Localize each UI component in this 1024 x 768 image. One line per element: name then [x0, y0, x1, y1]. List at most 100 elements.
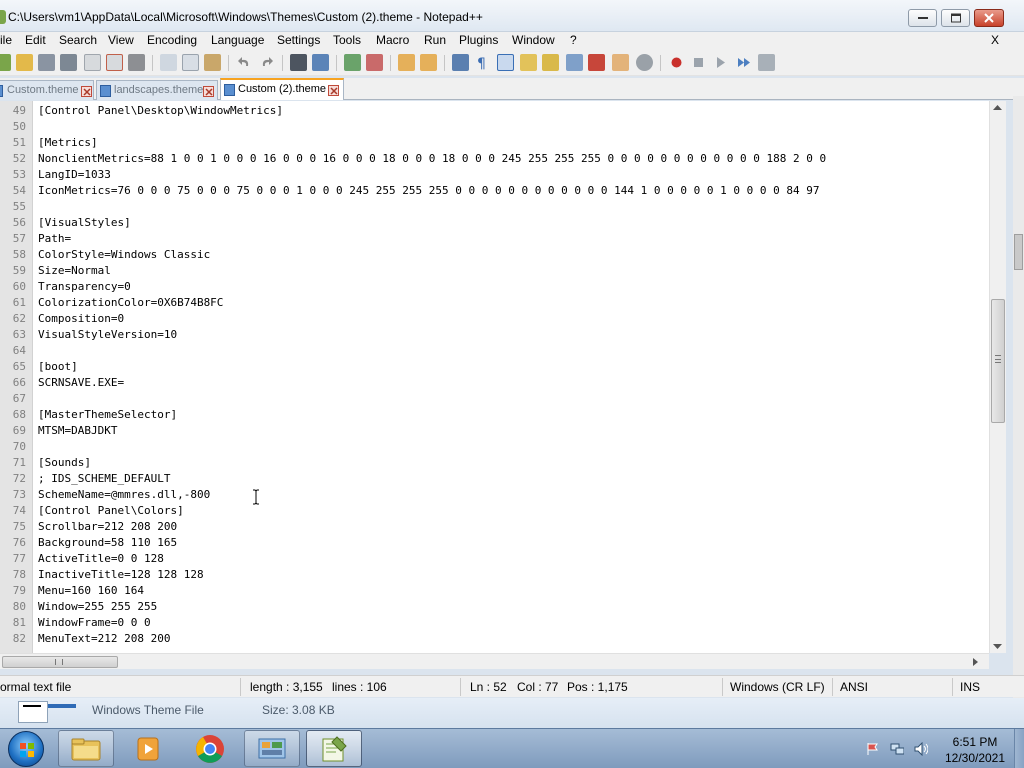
menu-encoding[interactable]: Encoding	[147, 33, 197, 47]
line-text[interactable]: [Control Panel\Colors]	[38, 503, 184, 519]
line-text[interactable]: MenuText=212 208 200	[38, 631, 170, 647]
horizontal-scrollbar[interactable]	[0, 653, 989, 669]
line-text[interactable]: Composition=0	[38, 311, 124, 327]
find-icon[interactable]	[290, 54, 307, 71]
menu-edit[interactable]: Edit	[25, 33, 46, 47]
close-button[interactable]	[974, 9, 1004, 27]
editor-line[interactable]: 82 MenuText=212 208 200	[0, 631, 989, 647]
menu-tools[interactable]: Tools	[333, 33, 361, 47]
redo-icon[interactable]	[258, 54, 275, 71]
copy-icon[interactable]	[182, 54, 199, 71]
editor-line[interactable]: 66 SCRNSAVE.EXE=	[0, 375, 989, 391]
stop-macro-icon[interactable]	[690, 54, 707, 71]
line-text[interactable]: NonclientMetrics=88 1 0 0 1 0 0 0 16 0 0…	[38, 151, 826, 167]
minimize-button[interactable]	[908, 9, 937, 27]
windows-start-orb-icon[interactable]	[8, 731, 44, 767]
editor-line[interactable]: 67	[0, 391, 989, 407]
line-text[interactable]: Window=255 255 255	[38, 599, 157, 615]
line-text[interactable]: WindowFrame=0 0 0	[38, 615, 151, 631]
line-text[interactable]: Menu=160 160 164	[38, 583, 144, 599]
line-text[interactable]: Background=58 110 165	[38, 535, 177, 551]
editor-line[interactable]: 68 [MasterThemeSelector]	[0, 407, 989, 423]
line-text[interactable]: [Sounds]	[38, 455, 91, 471]
new-file-icon[interactable]	[0, 54, 11, 71]
title-bar[interactable]: C:\Users\vm1\AppData\Local\Microsoft\Win…	[0, 0, 1024, 32]
editor-line[interactable]: 55	[0, 199, 989, 215]
cut-icon[interactable]	[160, 54, 177, 71]
monitoring-icon[interactable]	[636, 54, 653, 71]
tab-close-icon[interactable]	[328, 85, 339, 96]
line-text[interactable]: Path=	[38, 231, 71, 247]
explorer-scroll-thumb[interactable]	[1014, 234, 1023, 270]
editor-line[interactable]: 54 IconMetrics=76 0 0 0 75 0 0 0 75 0 0 0…	[0, 183, 989, 199]
line-text[interactable]: SchemeName=@mmres.dll,-800	[38, 487, 210, 503]
editor-line[interactable]: 75 Scrollbar=212 208 200	[0, 519, 989, 535]
record-macro-icon[interactable]	[668, 54, 685, 71]
show-desktop-button[interactable]	[1014, 729, 1024, 768]
sync-horizontal-icon[interactable]	[420, 54, 437, 71]
sync-vertical-icon[interactable]	[398, 54, 415, 71]
line-text[interactable]: VisualStyleVersion=10	[38, 327, 177, 343]
tab-close-icon[interactable]	[203, 86, 214, 97]
function-list-icon[interactable]	[566, 54, 583, 71]
run-macro-multiple-icon[interactable]	[736, 54, 753, 71]
line-text[interactable]: Transparency=0	[38, 279, 131, 295]
editor-line[interactable]: 64	[0, 343, 989, 359]
open-file-icon[interactable]	[16, 54, 33, 71]
editor-line[interactable]: 80 Window=255 255 255	[0, 599, 989, 615]
undo-icon[interactable]	[236, 54, 253, 71]
replace-icon[interactable]	[312, 54, 329, 71]
network-icon[interactable]	[890, 742, 904, 756]
scroll-down-icon[interactable]	[992, 643, 1003, 650]
line-text[interactable]: [boot]	[38, 359, 78, 375]
tab-custom-theme[interactable]: Custom.theme	[0, 80, 94, 100]
editor-line[interactable]: 61 ColorizationColor=0X6B74B8FC	[0, 295, 989, 311]
line-text[interactable]: [MasterThemeSelector]	[38, 407, 177, 423]
scroll-up-icon[interactable]	[992, 104, 1003, 111]
horizontal-scroll-thumb[interactable]	[2, 656, 118, 668]
action-center-flag-icon[interactable]	[866, 742, 880, 756]
close-document-button[interactable]: X	[991, 33, 999, 47]
doc-list-icon[interactable]	[612, 54, 629, 71]
editor-line[interactable]: 57 Path=	[0, 231, 989, 247]
editor-line[interactable]: 60 Transparency=0	[0, 279, 989, 295]
editor-line[interactable]: 50	[0, 119, 989, 135]
zoom-in-icon[interactable]	[344, 54, 361, 71]
editor-line[interactable]: 76 Background=58 110 165	[0, 535, 989, 551]
line-text[interactable]: MTSM=DABJDKT	[38, 423, 117, 439]
taskbar-chrome-button[interactable]	[182, 730, 238, 767]
editor-line[interactable]: 52 NonclientMetrics=88 1 0 0 1 0 0 0 16 0…	[0, 151, 989, 167]
play-macro-icon[interactable]	[712, 54, 729, 71]
editor-line[interactable]: 70	[0, 439, 989, 455]
taskbar-explorer-button[interactable]	[58, 730, 114, 767]
define-language-icon[interactable]	[520, 54, 537, 71]
editor-line[interactable]: 58 ColorStyle=Windows Classic	[0, 247, 989, 263]
taskbar-media-player-button[interactable]	[120, 730, 176, 767]
menu-window[interactable]: Window	[512, 33, 555, 47]
show-all-characters-icon[interactable]: ¶	[474, 54, 491, 72]
clock-time[interactable]: 6:51 PM	[945, 735, 1005, 749]
tab-landscapes-theme[interactable]: landscapes.theme	[96, 80, 218, 100]
save-all-icon[interactable]	[60, 54, 77, 71]
tab-custom-2-theme[interactable]: Custom (2).theme	[220, 78, 344, 100]
word-wrap-icon[interactable]	[452, 54, 469, 71]
taskbar-control-panel-button[interactable]	[244, 730, 300, 767]
close-file-icon[interactable]	[84, 54, 101, 71]
vertical-scroll-thumb[interactable]	[991, 299, 1005, 423]
editor-line[interactable]: 63 VisualStyleVersion=10	[0, 327, 989, 343]
line-text[interactable]: LangID=1033	[38, 167, 111, 183]
editor-line[interactable]: 49 [Control Panel\Desktop\WindowMetrics]	[0, 103, 989, 119]
vertical-scrollbar[interactable]	[989, 101, 1006, 653]
line-text[interactable]: InactiveTitle=128 128 128	[38, 567, 204, 583]
menu-plugins[interactable]: Plugins	[459, 33, 498, 47]
zoom-out-icon[interactable]	[366, 54, 383, 71]
menu-macro[interactable]: Macro	[376, 33, 409, 47]
maximize-button[interactable]	[941, 9, 970, 27]
editor-line[interactable]: 79 Menu=160 160 164	[0, 583, 989, 599]
editor-line[interactable]: 62 Composition=0	[0, 311, 989, 327]
editor-line[interactable]: 74 [Control Panel\Colors]	[0, 503, 989, 519]
line-text[interactable]: [Control Panel\Desktop\WindowMetrics]	[38, 103, 283, 119]
editor-line[interactable]: 72 ; IDS_SCHEME_DEFAULT	[0, 471, 989, 487]
paste-icon[interactable]	[204, 54, 221, 71]
editor-line[interactable]: 77 ActiveTitle=0 0 128	[0, 551, 989, 567]
